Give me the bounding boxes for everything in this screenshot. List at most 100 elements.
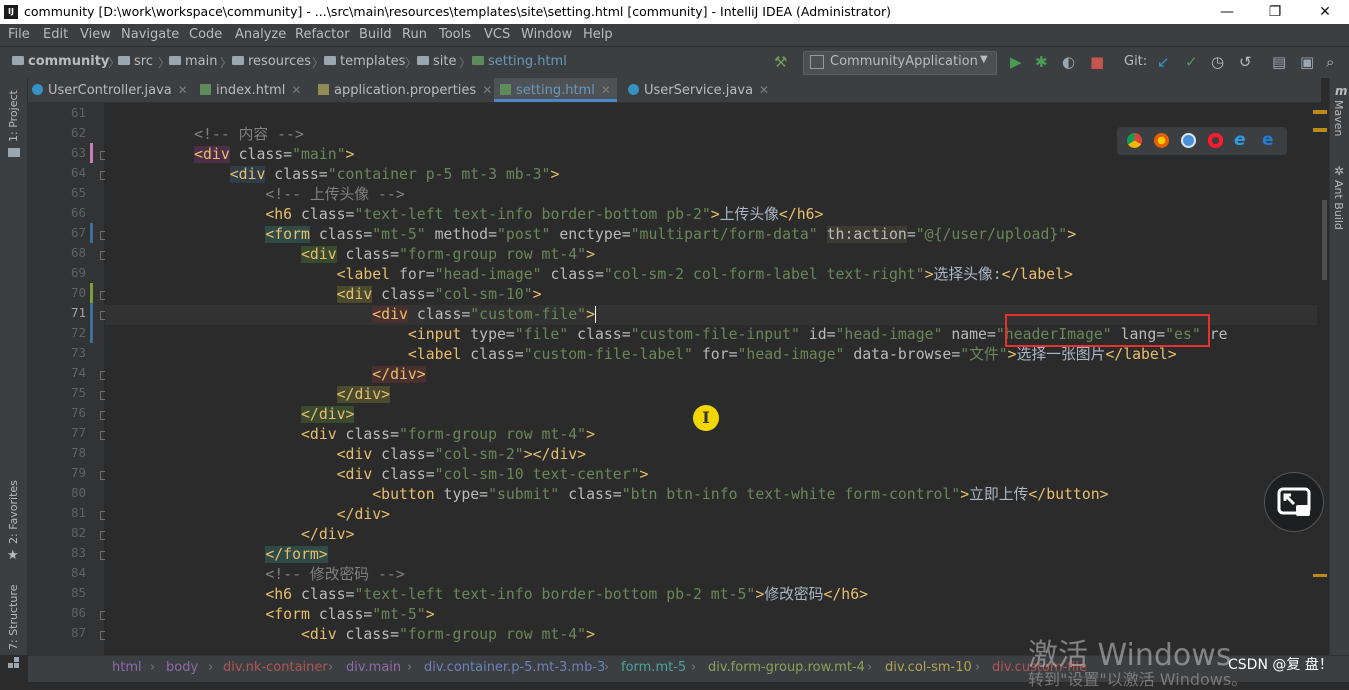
line-number: 83 — [70, 545, 86, 560]
tab-index-html[interactable]: index.html ✕ — [200, 78, 301, 102]
error-stripe-marker[interactable] — [1313, 110, 1327, 114]
tab-application-properties[interactable]: application.properties ✕ — [318, 78, 492, 102]
stop-icon[interactable]: ■ — [1090, 53, 1104, 71]
close-tab-icon[interactable]: ✕ — [482, 83, 492, 97]
menu-help[interactable]: Help — [583, 27, 613, 42]
menu-analyze[interactable]: Analyze — [235, 27, 286, 42]
code-attr: class= — [372, 286, 435, 303]
code-line-85: <h6 class="text-left text-info border-bo… — [105, 585, 868, 605]
code-string: "file" — [514, 326, 569, 343]
internet-explorer-icon[interactable]: e — [1234, 130, 1246, 150]
safari-icon[interactable] — [1181, 133, 1196, 148]
close-tab-icon[interactable]: ✕ — [759, 83, 769, 97]
code-text: 上传头像 — [719, 206, 779, 223]
git-rollback-icon[interactable]: ↺ — [1239, 53, 1252, 71]
git-commit-icon[interactable]: ✓ — [1185, 53, 1198, 71]
tag-crumb[interactable]: div.col-sm-10 — [885, 660, 972, 675]
line-number: 76 — [70, 405, 86, 420]
breadcrumb-site[interactable]: site — [417, 54, 456, 69]
picture-in-picture-icon — [1277, 487, 1311, 516]
code-editor[interactable]: <!-- 内容 --> <div class="main"> <div clas… — [105, 103, 1317, 655]
breadcrumb-resources[interactable]: resources — [232, 54, 311, 69]
project-tool-button[interactable]: 1: Project — [7, 90, 20, 142]
minimize-button[interactable]: — — [1212, 2, 1242, 22]
code-tag: </div> — [336, 506, 391, 523]
firefox-icon[interactable] — [1154, 133, 1169, 148]
menu-tools[interactable]: Tools — [439, 27, 471, 42]
breadcrumb-src[interactable]: src — [118, 54, 153, 69]
code-tag: </form> — [265, 546, 328, 563]
window-titlebar: IJ community [D:\work\workspace\communit… — [0, 0, 1349, 24]
close-tab-icon[interactable]: ✕ — [178, 83, 188, 97]
layout-icon[interactable]: ▣ — [1300, 53, 1314, 71]
run-configuration-select[interactable]: CommunityApplication ▼ — [803, 51, 997, 75]
tag-crumb[interactable]: html — [112, 660, 142, 675]
menu-navigate[interactable]: Navigate — [121, 27, 179, 42]
module-folder-icon — [12, 56, 24, 65]
code-attr-name: name= — [942, 326, 996, 343]
breadcrumb-label: main — [185, 54, 218, 69]
line-number: 84 — [70, 565, 86, 580]
structure-tool-button[interactable]: 7: Structure — [7, 585, 20, 650]
menu-file[interactable]: File — [8, 27, 30, 42]
code-attr: enctype= — [550, 226, 631, 243]
maximize-button[interactable]: ❐ — [1260, 2, 1290, 22]
code-attr: class= — [372, 446, 435, 463]
coverage-icon[interactable]: ◐ — [1062, 53, 1075, 71]
tag-crumb[interactable]: div.form-group.row.mt-4 — [708, 660, 865, 675]
close-window-button[interactable]: ✕ — [1310, 2, 1340, 22]
edge-icon[interactable]: e — [1262, 130, 1274, 150]
git-history-icon[interactable]: ◷ — [1211, 53, 1224, 71]
tag-crumb[interactable]: div.main — [346, 660, 401, 675]
favorites-tool-button[interactable]: 2: Favorites — [7, 480, 20, 544]
project-folder-icon — [8, 148, 20, 157]
code-tag: > — [710, 206, 720, 223]
breadcrumb-community[interactable]: community — [12, 54, 109, 69]
close-tab-icon[interactable]: ✕ — [291, 83, 301, 97]
search-icon[interactable]: ⌕ — [1326, 53, 1334, 71]
tag-crumb[interactable]: body — [166, 660, 198, 675]
breadcrumb-templates[interactable]: templates — [324, 54, 405, 69]
opera-icon[interactable] — [1208, 133, 1223, 148]
breadcrumb-main[interactable]: main — [169, 54, 217, 69]
code-string: "btn btn-info text-white form-control" — [621, 486, 961, 503]
vertical-scrollbar[interactable] — [1322, 200, 1327, 280]
error-stripe-marker[interactable] — [1313, 128, 1327, 132]
csdn-watermark: CSDN @复 盘！ — [1228, 657, 1333, 673]
run-icon[interactable]: ▶ — [1010, 53, 1022, 71]
class-icon — [628, 84, 639, 95]
menu-run[interactable]: Run — [402, 27, 427, 42]
tag-crumb[interactable]: form.mt-5 — [621, 660, 686, 675]
tab-userservice-java[interactable]: UserService.java ✕ — [628, 78, 769, 102]
folder-icon — [324, 56, 336, 65]
chrome-icon[interactable] — [1127, 133, 1142, 148]
tab-setting-html[interactable]: setting.html ✕ — [494, 78, 617, 102]
debug-icon[interactable]: ✱ — [1035, 53, 1048, 71]
build-hammer-icon[interactable]: ⚒ — [774, 53, 787, 71]
code-tag: </label> — [1105, 346, 1177, 363]
maven-tool-button[interactable]: Maven — [1332, 100, 1345, 136]
menu-build[interactable]: Build — [359, 27, 392, 42]
close-tab-icon[interactable]: ✕ — [601, 83, 611, 97]
tag-crumb[interactable]: div.container.p-5.mt-3.mb-3 — [424, 660, 605, 675]
code-attr: class= — [309, 606, 373, 623]
menu-edit[interactable]: Edit — [43, 27, 68, 42]
error-stripe-marker[interactable] — [1313, 574, 1327, 577]
project-structure-icon[interactable]: ▤ — [1272, 53, 1286, 71]
menu-window[interactable]: Window — [521, 27, 572, 42]
ant-icon: ✲ — [1334, 164, 1345, 178]
line-number: 80 — [70, 485, 86, 500]
tag-crumb[interactable]: div.nk-container — [223, 660, 328, 675]
ant-build-tool-button[interactable]: Ant Build — [1332, 180, 1345, 230]
menu-view[interactable]: View — [80, 27, 111, 42]
code-line-63: <div class="main"> — [105, 145, 354, 165]
menu-code[interactable]: Code — [189, 27, 222, 42]
menu-vcs[interactable]: VCS — [484, 27, 510, 42]
floating-screenshot-button[interactable] — [1264, 472, 1324, 532]
tab-usercontroller-java[interactable]: UserController.java ✕ — [32, 78, 188, 102]
menu-refactor[interactable]: Refactor — [295, 27, 350, 42]
code-line-69: <label for="head-image" class="col-sm-2 … — [105, 265, 1073, 285]
breadcrumb-setting-html[interactable]: setting.html — [472, 54, 567, 69]
git-update-icon[interactable]: ↙ — [1157, 53, 1170, 71]
code-tag: > — [586, 626, 595, 643]
